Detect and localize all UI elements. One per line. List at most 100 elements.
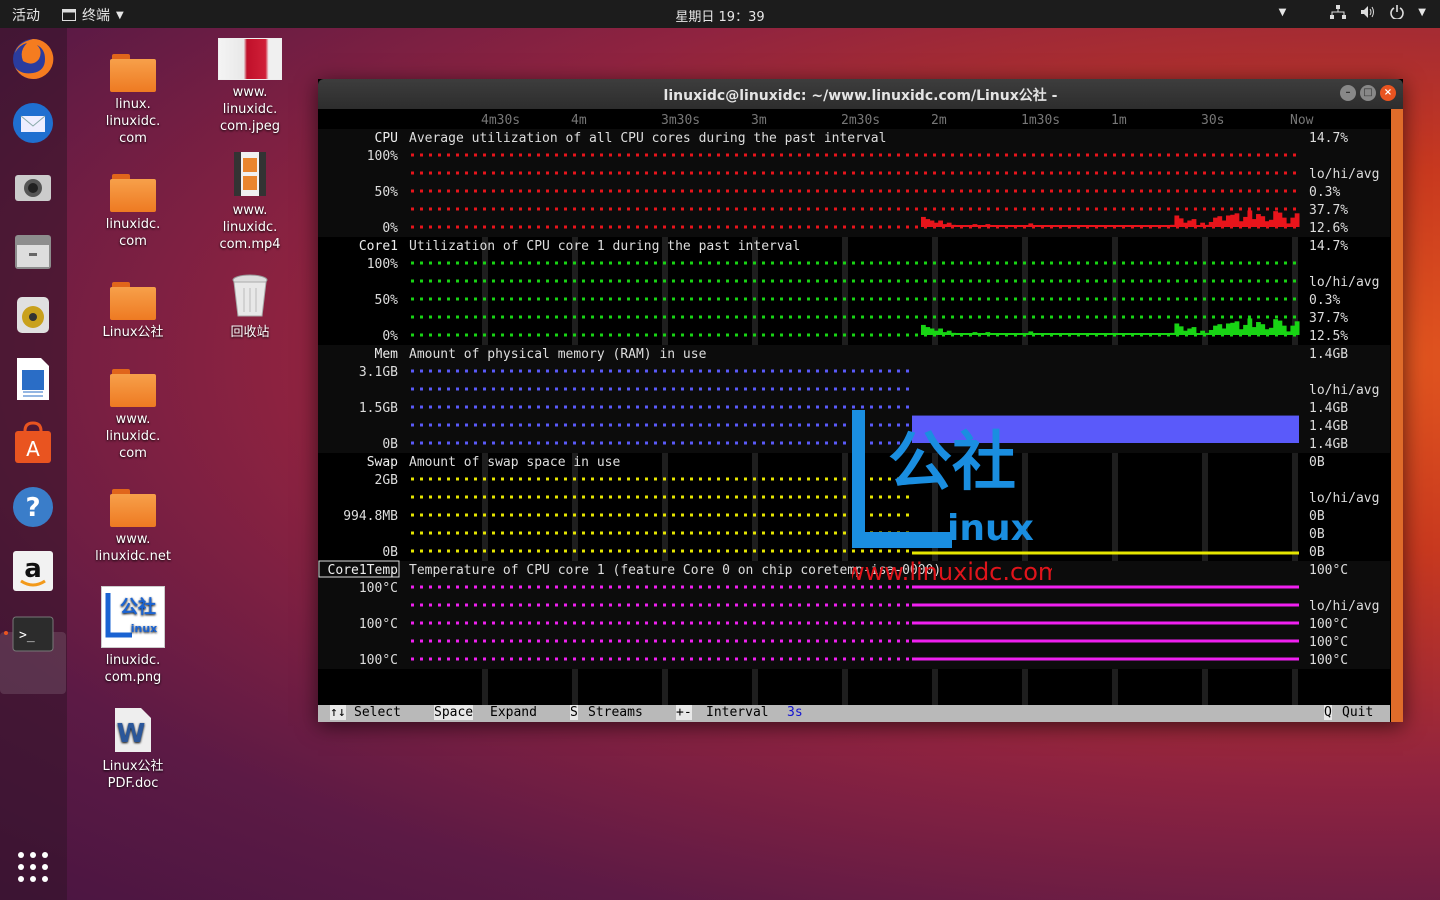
graph-bar [1195,225,1201,227]
graph-bar [921,216,926,227]
streams-key[interactable]: S [570,705,578,720]
files-icon[interactable] [10,228,56,274]
desktop-trash[interactable]: 回收站 [205,272,295,341]
desktop-folder[interactable]: linux. linuxidc. com [88,54,178,147]
graph-bar [1264,221,1270,227]
y-axis-top-label: 3.1GB [359,365,398,380]
graph-bar [972,224,978,227]
desktop-icon-label: Linux公社 [102,325,164,340]
running-indicator [4,631,8,635]
expand-label: Expand [490,705,537,720]
graph-bar [1230,214,1236,227]
close-button[interactable]: × [1380,85,1396,101]
stat-high: 100°C [1309,635,1348,650]
desktop-image-file[interactable]: 公社 inux linuxidc. com.png [88,586,178,686]
clock[interactable]: 星期日 19：39 [675,10,764,25]
chevron-down-icon[interactable]: ▼ [1418,7,1426,18]
desktop-video-file[interactable]: www. linuxidc. com.mp4 [205,150,295,253]
desktop-icon-label: www. linuxidc. com.jpeg [219,85,280,134]
desktop-icon-label: www. linuxidc. com [105,412,161,461]
app-menu[interactable]: 终端 ▼ [62,5,124,25]
y-axis-top-label: 100% [367,257,398,272]
graph-bar [1178,326,1184,335]
terminal-window[interactable]: linuxidc@linuxidc: ~/www.linuxidc.com/Li… [318,79,1403,722]
camera-icon[interactable] [10,164,56,210]
graph-bar [1247,318,1253,335]
current-value: 1.4GB [1309,347,1348,362]
stat-average: 0B [1309,545,1325,560]
desktop-folder[interactable]: linuxidc. com [88,174,178,250]
quit-key[interactable]: Q [1324,705,1332,720]
graph-bar [933,330,939,335]
graph-bar [1208,329,1214,335]
graph-bar [1260,216,1266,227]
graph-bar [1208,221,1214,227]
graph-bar [921,324,926,335]
y-axis-mid-label: 994.8MB [343,509,398,524]
stats-label: lo/hi/avg [1309,167,1379,182]
desktop-icon-label: linux. linuxidc. com [105,97,161,146]
power-icon[interactable] [1390,5,1405,19]
stat-high: 1.4GB [1309,419,1348,434]
graph-bar [1281,325,1287,335]
word-doc-icon: W [113,706,153,754]
interval-key[interactable]: +- [676,705,692,720]
graph-bar [1251,327,1257,335]
thunderbird-icon[interactable] [10,100,56,146]
desktop-folder[interactable]: www. linuxidc.net [88,489,178,565]
graph-bar [1260,324,1266,335]
amazon-icon[interactable]: a [10,548,56,594]
graph-bar [1268,327,1274,335]
graph-bar [1178,218,1184,227]
graph-bar [925,219,931,227]
terminal-icon[interactable]: >_ [10,612,56,658]
firefox-icon[interactable] [10,36,56,82]
graph-bar [1277,212,1283,227]
video-file-icon [230,150,270,198]
software-icon[interactable]: A [10,420,56,466]
system-tray[interactable]: ▼ ▼ [1279,5,1426,19]
graph-bar [1213,325,1218,335]
desktop-doc-file[interactable]: W Linux公社 PDF.doc [88,706,178,792]
trash-icon [230,272,270,320]
graph-bar [1264,329,1270,335]
rhythmbox-icon[interactable] [10,292,56,338]
graph-bar [972,332,978,335]
stat-average: 12.6% [1309,221,1348,236]
chevron-down-icon[interactable]: ▼ [1279,7,1287,18]
network-icon[interactable] [1330,5,1347,19]
expand-key[interactable]: Space [434,705,474,720]
time-axis-label: 4m [571,113,587,128]
minimize-button[interactable]: – [1340,85,1356,101]
y-axis-mid-label: 50% [375,293,399,308]
app-grid-icon[interactable] [10,844,56,890]
current-value: 14.7% [1309,131,1348,146]
streams-label: Streams [588,705,643,720]
select-key[interactable]: ↑↓ [330,705,346,720]
volume-icon[interactable] [1360,5,1376,19]
dock: A ? a >_ [0,28,67,900]
png-thumbnail-icon: 公社 inux [101,586,165,648]
window-titlebar[interactable]: linuxidc@linuxidc: ~/www.linuxidc.com/Li… [318,79,1403,109]
graph-bar [1256,214,1261,227]
stat-average: 12.5% [1309,329,1348,344]
graph-bar [1268,219,1274,227]
maximize-button[interactable]: □ [1360,85,1376,101]
graph-bar [1273,319,1279,335]
current-value: 14.7% [1309,239,1348,254]
current-value: 100°C [1309,563,1348,578]
jpeg-thumbnail-icon [218,38,282,80]
writer-icon[interactable] [10,356,56,402]
help-icon[interactable]: ? [10,484,56,530]
activities-button[interactable]: 活动 [12,5,40,25]
desktop-folder[interactable]: www. linuxidc. com [88,369,178,462]
desktop-icon-label: 回收站 [230,325,270,340]
time-axis-label: 2m [931,113,947,128]
graph-bar [1230,322,1236,335]
svg-text:a: a [24,554,42,584]
time-axis-label: 1m [1111,113,1127,128]
desktop-icon-label: linuxidc. com.png [104,653,162,685]
desktop-image-file[interactable]: www. linuxidc. com.jpeg [205,38,295,135]
desktop-folder[interactable]: Linux公社 [88,282,178,341]
terminal-scrollbar[interactable] [1391,109,1403,722]
